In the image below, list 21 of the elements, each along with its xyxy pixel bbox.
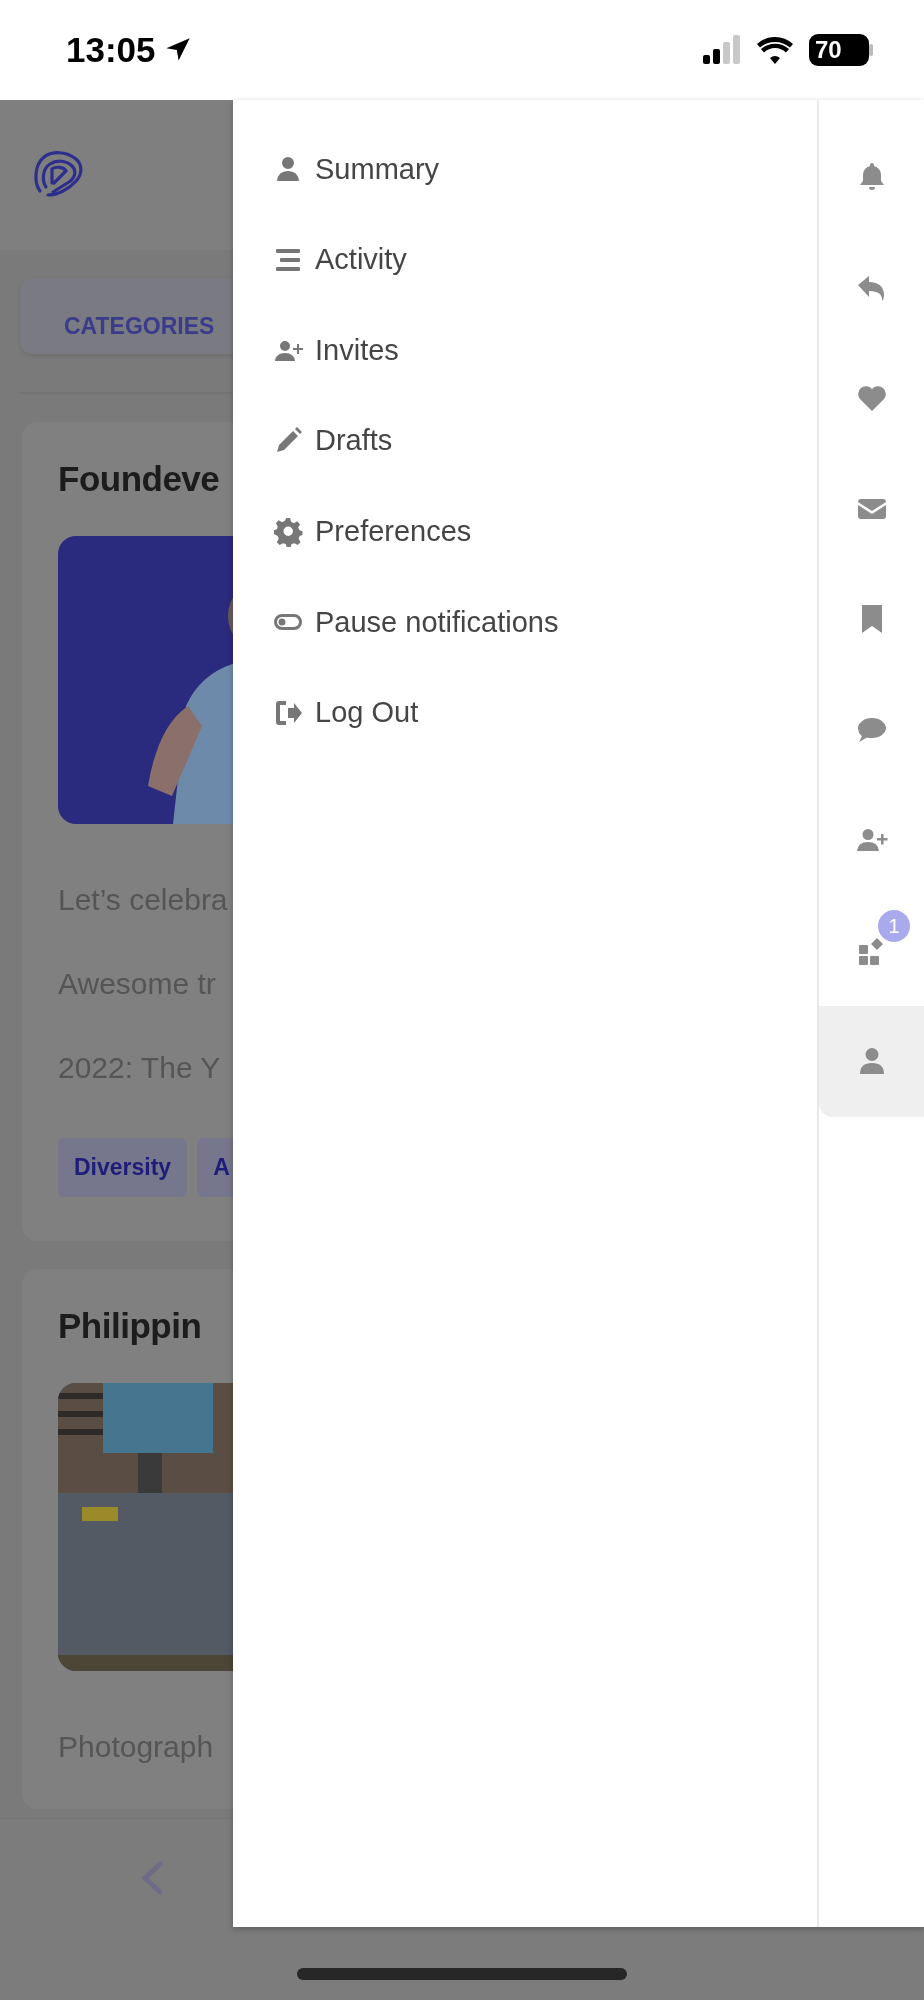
post-title[interactable]: Philippin bbox=[58, 1304, 202, 1347]
widgets-tab[interactable]: 1 bbox=[819, 895, 924, 1006]
menu-item[interactable]: Drafts bbox=[273, 395, 817, 487]
menu-item[interactable]: Invites bbox=[273, 305, 817, 396]
clock-time: 13:05 bbox=[66, 28, 156, 71]
tag-chip[interactable]: Diversity bbox=[58, 1138, 188, 1197]
menu-item[interactable]: Preferences bbox=[273, 486, 817, 577]
profile-tab[interactable] bbox=[819, 1006, 924, 1117]
gear-icon bbox=[273, 516, 303, 547]
count-badge: 1 bbox=[878, 909, 910, 942]
post-title[interactable]: Foundeve bbox=[58, 458, 220, 500]
menu-item[interactable]: Pause notifications bbox=[273, 576, 817, 668]
wifi-icon bbox=[757, 36, 793, 64]
signal-icon bbox=[703, 35, 741, 65]
battery-tip-icon bbox=[869, 44, 874, 56]
menu-item[interactable]: Summary bbox=[273, 124, 817, 215]
tag-chip[interactable]: A bbox=[197, 1138, 233, 1197]
battery-level: 70 bbox=[809, 34, 869, 66]
menu-item[interactable]: Activity bbox=[273, 214, 817, 306]
categories-button[interactable]: CATEGORIES bbox=[20, 278, 233, 354]
menu-item[interactable]: Log Out bbox=[273, 667, 817, 759]
